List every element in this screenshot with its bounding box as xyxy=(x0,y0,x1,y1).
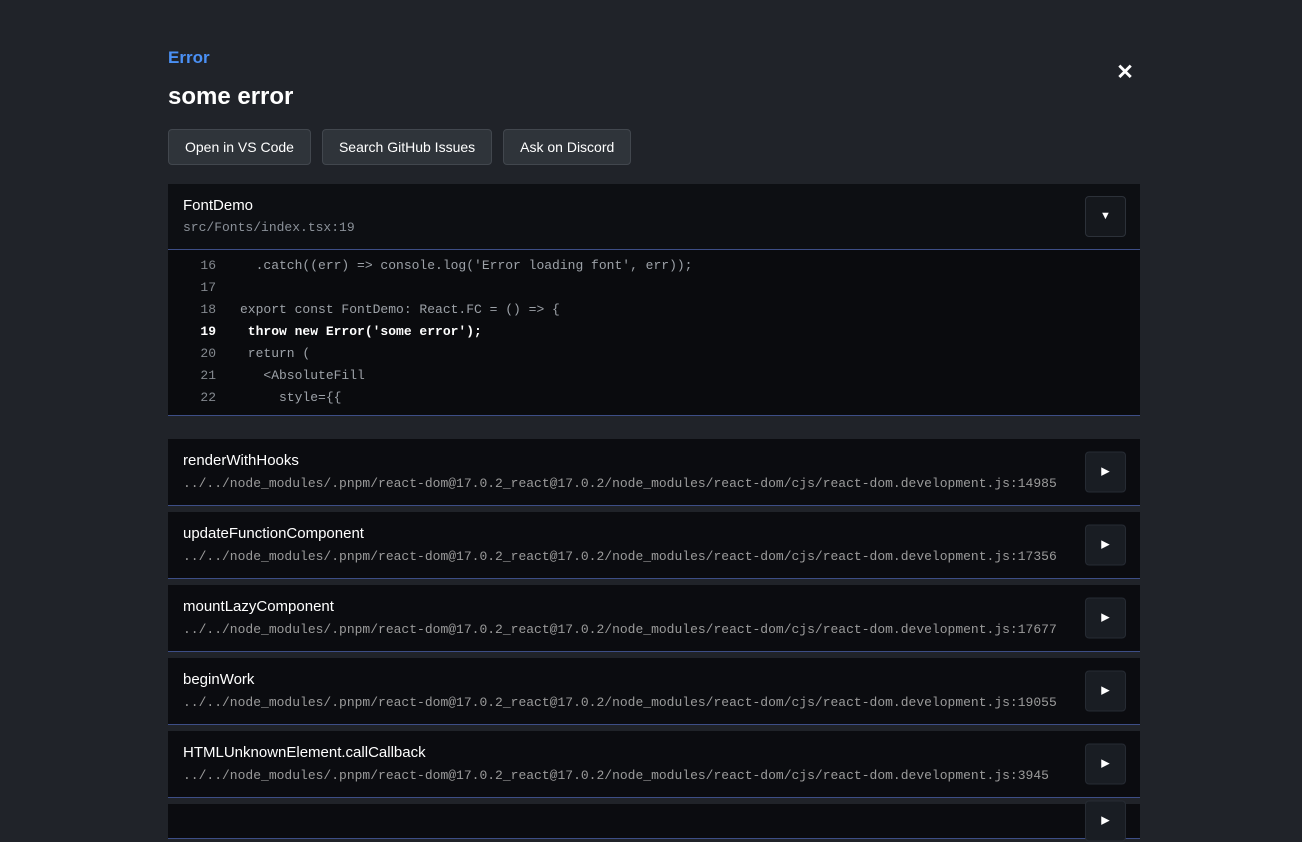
code-body: 16 .catch((err) => console.log('Error lo… xyxy=(168,250,1140,415)
play-icon: ▶ xyxy=(1101,759,1109,770)
stack-frame-location: ../../node_modules/.pnpm/react-dom@17.0.… xyxy=(183,549,1070,564)
code-line: 21 <AbsoluteFill xyxy=(168,365,1140,387)
code-line: 20 return ( xyxy=(168,343,1140,365)
stack-frame-function: beginWork xyxy=(183,671,1070,688)
play-icon: ▶ xyxy=(1101,816,1109,827)
code-line: 22 style={{ xyxy=(168,387,1140,409)
line-code: return ( xyxy=(216,343,310,365)
collapse-code-frame-button[interactable]: ▼ xyxy=(1085,196,1126,237)
stack-frame-row: updateFunctionComponent ../../node_modul… xyxy=(168,512,1140,579)
expand-stack-frame-button[interactable]: ▶ xyxy=(1085,452,1126,493)
line-number: 19 xyxy=(168,321,216,343)
stack-frame-row: ▶ xyxy=(168,804,1140,839)
expand-stack-frame-button[interactable]: ▶ xyxy=(1085,671,1126,712)
expand-stack-frame-button[interactable]: ▶ xyxy=(1085,525,1126,566)
line-number: 20 xyxy=(168,343,216,365)
stack-frame-function: HTMLUnknownElement.callCallback xyxy=(183,744,1070,761)
code-line: 19 throw new Error('some error'); xyxy=(168,321,1140,343)
error-message-title: some error xyxy=(168,83,1140,111)
stack-frames: renderWithHooks ../../node_modules/.pnpm… xyxy=(168,439,1140,839)
stack-frame-row: renderWithHooks ../../node_modules/.pnpm… xyxy=(168,439,1140,506)
play-icon: ▶ xyxy=(1101,613,1109,624)
line-code: .catch((err) => console.log('Error loadi… xyxy=(216,255,692,277)
expand-stack-frame-button[interactable]: ▶ xyxy=(1085,598,1126,639)
error-overlay: Error some error Open in VS Code Search G… xyxy=(168,0,1140,839)
code-line: 17 xyxy=(168,277,1140,299)
line-number: 22 xyxy=(168,387,216,409)
code-frame-header: FontDemo src/Fonts/index.tsx:19 ▼ xyxy=(168,184,1140,250)
action-button[interactable]: Search GitHub Issues xyxy=(322,129,492,165)
stack-frame-row: beginWork ../../node_modules/.pnpm/react… xyxy=(168,658,1140,725)
code-line: 16 .catch((err) => console.log('Error lo… xyxy=(168,255,1140,277)
line-code: style={{ xyxy=(216,387,341,409)
line-number: 21 xyxy=(168,365,216,387)
line-number: 16 xyxy=(168,255,216,277)
error-kicker: Error xyxy=(168,48,1140,68)
stack-frame-function: updateFunctionComponent xyxy=(183,525,1070,542)
code-frame-function-name: FontDemo xyxy=(183,197,1124,214)
action-button[interactable]: Ask on Discord xyxy=(503,129,631,165)
line-code: throw new Error('some error'); xyxy=(216,321,482,343)
play-icon: ▶ xyxy=(1101,686,1109,697)
line-code: export const FontDemo: React.FC = () => … xyxy=(216,299,560,321)
chevron-down-icon: ▼ xyxy=(1100,211,1111,222)
stack-frame-row: HTMLUnknownElement.callCallback ../../no… xyxy=(168,731,1140,798)
stack-frame-function: mountLazyComponent xyxy=(183,598,1070,615)
stack-frame-location: ../../node_modules/.pnpm/react-dom@17.0.… xyxy=(183,695,1070,710)
code-line: 18 export const FontDemo: React.FC = () … xyxy=(168,299,1140,321)
stack-frame-location: ../../node_modules/.pnpm/react-dom@17.0.… xyxy=(183,622,1070,637)
stack-frame-row: mountLazyComponent ../../node_modules/.p… xyxy=(168,585,1140,652)
code-frame-panel: FontDemo src/Fonts/index.tsx:19 ▼ 16 .ca… xyxy=(168,184,1140,416)
action-buttons: Open in VS Code Search GitHub Issues Ask o… xyxy=(168,129,1140,165)
stack-frame-function: renderWithHooks xyxy=(183,452,1070,469)
expand-stack-frame-button[interactable]: ▶ xyxy=(1085,801,1126,842)
line-code xyxy=(216,277,240,299)
line-code: <AbsoluteFill xyxy=(216,365,365,387)
line-number: 17 xyxy=(168,277,216,299)
code-frame-location: src/Fonts/index.tsx:19 xyxy=(183,220,1124,235)
play-icon: ▶ xyxy=(1101,540,1109,551)
stack-frame-location: ../../node_modules/.pnpm/react-dom@17.0.… xyxy=(183,476,1070,491)
play-icon: ▶ xyxy=(1101,467,1109,478)
action-button[interactable]: Open in VS Code xyxy=(168,129,311,165)
line-number: 18 xyxy=(168,299,216,321)
expand-stack-frame-button[interactable]: ▶ xyxy=(1085,744,1126,785)
